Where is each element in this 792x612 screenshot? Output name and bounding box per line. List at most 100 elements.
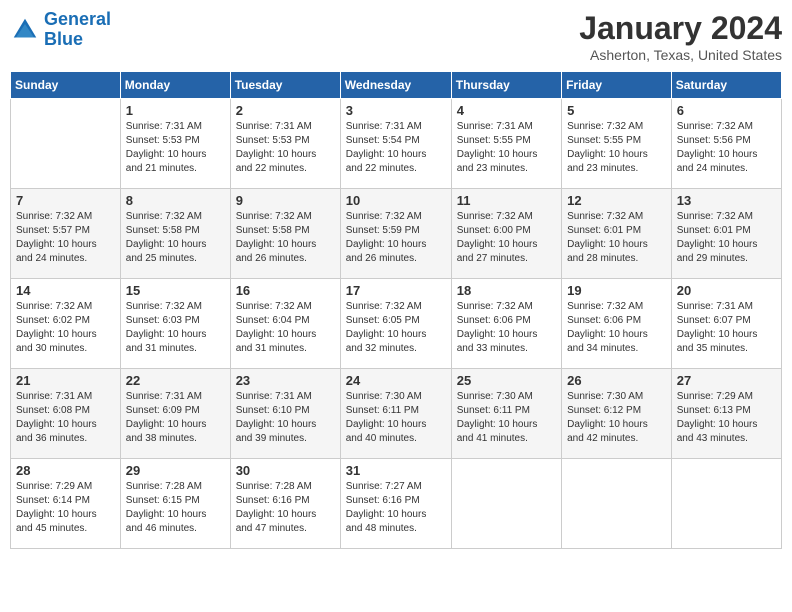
calendar-cell: 9 Sunrise: 7:32 AM Sunset: 5:58 PM Daylig… — [230, 189, 340, 279]
header-row: SundayMondayTuesdayWednesdayThursdayFrid… — [11, 72, 782, 99]
calendar-cell: 14 Sunrise: 7:32 AM Sunset: 6:02 PM Dayli… — [11, 279, 121, 369]
day-number: 4 — [457, 103, 556, 118]
day-info: Sunrise: 7:32 AM Sunset: 5:58 PM Dayligh… — [236, 210, 335, 266]
logo-text: General Blue — [44, 10, 111, 50]
day-info: Sunrise: 7:32 AM Sunset: 6:06 PM Dayligh… — [567, 300, 666, 356]
calendar-cell: 4 Sunrise: 7:31 AM Sunset: 5:55 PM Daylig… — [451, 99, 561, 189]
header-day-monday: Monday — [120, 72, 230, 99]
week-row-5: 28 Sunrise: 7:29 AM Sunset: 6:14 PM Dayli… — [11, 459, 782, 549]
header-day-wednesday: Wednesday — [340, 72, 451, 99]
header-day-thursday: Thursday — [451, 72, 561, 99]
day-info: Sunrise: 7:27 AM Sunset: 6:16 PM Dayligh… — [346, 480, 446, 536]
week-row-3: 14 Sunrise: 7:32 AM Sunset: 6:02 PM Dayli… — [11, 279, 782, 369]
calendar-cell: 24 Sunrise: 7:30 AM Sunset: 6:11 PM Dayli… — [340, 369, 451, 459]
day-info: Sunrise: 7:32 AM Sunset: 6:00 PM Dayligh… — [457, 210, 556, 266]
logo: General Blue — [10, 10, 111, 50]
calendar-cell — [451, 459, 561, 549]
day-number: 31 — [346, 463, 446, 478]
calendar-cell: 22 Sunrise: 7:31 AM Sunset: 6:09 PM Dayli… — [120, 369, 230, 459]
day-number: 3 — [346, 103, 446, 118]
day-info: Sunrise: 7:31 AM Sunset: 5:53 PM Dayligh… — [126, 120, 225, 176]
day-info: Sunrise: 7:31 AM Sunset: 5:54 PM Dayligh… — [346, 120, 446, 176]
day-number: 22 — [126, 373, 225, 388]
header-day-sunday: Sunday — [11, 72, 121, 99]
day-info: Sunrise: 7:31 AM Sunset: 6:09 PM Dayligh… — [126, 390, 225, 446]
day-info: Sunrise: 7:31 AM Sunset: 6:08 PM Dayligh… — [16, 390, 115, 446]
week-row-2: 7 Sunrise: 7:32 AM Sunset: 5:57 PM Daylig… — [11, 189, 782, 279]
day-number: 26 — [567, 373, 666, 388]
day-number: 24 — [346, 373, 446, 388]
day-number: 21 — [16, 373, 115, 388]
day-number: 20 — [677, 283, 776, 298]
day-info: Sunrise: 7:32 AM Sunset: 6:06 PM Dayligh… — [457, 300, 556, 356]
day-info: Sunrise: 7:32 AM Sunset: 5:55 PM Dayligh… — [567, 120, 666, 176]
day-number: 19 — [567, 283, 666, 298]
calendar-cell: 19 Sunrise: 7:32 AM Sunset: 6:06 PM Dayli… — [562, 279, 672, 369]
day-info: Sunrise: 7:28 AM Sunset: 6:16 PM Dayligh… — [236, 480, 335, 536]
week-row-1: 1 Sunrise: 7:31 AM Sunset: 5:53 PM Daylig… — [11, 99, 782, 189]
day-number: 5 — [567, 103, 666, 118]
day-number: 30 — [236, 463, 335, 478]
calendar-cell: 20 Sunrise: 7:31 AM Sunset: 6:07 PM Dayli… — [671, 279, 781, 369]
calendar-cell: 28 Sunrise: 7:29 AM Sunset: 6:14 PM Dayli… — [11, 459, 121, 549]
day-info: Sunrise: 7:32 AM Sunset: 6:01 PM Dayligh… — [567, 210, 666, 266]
calendar-cell: 15 Sunrise: 7:32 AM Sunset: 6:03 PM Dayli… — [120, 279, 230, 369]
day-number: 15 — [126, 283, 225, 298]
calendar-cell: 1 Sunrise: 7:31 AM Sunset: 5:53 PM Daylig… — [120, 99, 230, 189]
day-number: 16 — [236, 283, 335, 298]
day-info: Sunrise: 7:29 AM Sunset: 6:14 PM Dayligh… — [16, 480, 115, 536]
calendar-cell: 17Sunrise: 7:32 AM Sunset: 6:05 PM Dayli… — [340, 279, 451, 369]
calendar-cell: 5 Sunrise: 7:32 AM Sunset: 5:55 PM Daylig… — [562, 99, 672, 189]
day-info: Sunrise: 7:32 AM Sunset: 6:04 PM Dayligh… — [236, 300, 335, 356]
calendar-cell: 31 Sunrise: 7:27 AM Sunset: 6:16 PM Dayli… — [340, 459, 451, 549]
day-number: 18 — [457, 283, 556, 298]
calendar-cell: 16 Sunrise: 7:32 AM Sunset: 6:04 PM Dayli… — [230, 279, 340, 369]
day-number: 12 — [567, 193, 666, 208]
day-number: 7 — [16, 193, 115, 208]
calendar-table: SundayMondayTuesdayWednesdayThursdayFrid… — [10, 71, 782, 549]
day-info: Sunrise: 7:32 AM Sunset: 5:56 PM Dayligh… — [677, 120, 776, 176]
day-number: 8 — [126, 193, 225, 208]
day-info: Sunrise: 7:31 AM Sunset: 5:53 PM Dayligh… — [236, 120, 335, 176]
calendar-cell: 30 Sunrise: 7:28 AM Sunset: 6:16 PM Dayli… — [230, 459, 340, 549]
day-info: Sunrise: 7:32 AM Sunset: 6:02 PM Dayligh… — [16, 300, 115, 356]
day-info: Sunrise: 7:32 AM Sunset: 6:03 PM Dayligh… — [126, 300, 225, 356]
day-number: 14 — [16, 283, 115, 298]
calendar-cell: 7 Sunrise: 7:32 AM Sunset: 5:57 PM Daylig… — [11, 189, 121, 279]
calendar-cell — [11, 99, 121, 189]
calendar-cell: 21 Sunrise: 7:31 AM Sunset: 6:08 PM Dayli… — [11, 369, 121, 459]
day-info: Sunrise: 7:31 AM Sunset: 5:55 PM Dayligh… — [457, 120, 556, 176]
day-info: Sunrise: 7:32 AM Sunset: 5:58 PM Dayligh… — [126, 210, 225, 266]
day-info: Sunrise: 7:32 AM Sunset: 6:05 PM Dayligh… — [346, 300, 446, 356]
day-number: 27 — [677, 373, 776, 388]
day-number: 23 — [236, 373, 335, 388]
day-info: Sunrise: 7:30 AM Sunset: 6:11 PM Dayligh… — [346, 390, 446, 446]
day-number: 9 — [236, 193, 335, 208]
calendar-cell: 13Sunrise: 7:32 AM Sunset: 6:01 PM Dayli… — [671, 189, 781, 279]
calendar-cell: 29Sunrise: 7:28 AM Sunset: 6:15 PM Dayli… — [120, 459, 230, 549]
day-info: Sunrise: 7:30 AM Sunset: 6:11 PM Dayligh… — [457, 390, 556, 446]
day-info: Sunrise: 7:31 AM Sunset: 6:10 PM Dayligh… — [236, 390, 335, 446]
day-number: 28 — [16, 463, 115, 478]
calendar-cell: 11 Sunrise: 7:32 AM Sunset: 6:00 PM Dayli… — [451, 189, 561, 279]
calendar-cell: 25Sunrise: 7:30 AM Sunset: 6:11 PM Dayli… — [451, 369, 561, 459]
title-section: January 2024 Asherton, Texas, United Sta… — [579, 10, 782, 63]
header-day-friday: Friday — [562, 72, 672, 99]
page-header: General Blue January 2024 Asherton, Texa… — [10, 10, 782, 63]
calendar-cell: 2Sunrise: 7:31 AM Sunset: 5:53 PM Daylig… — [230, 99, 340, 189]
calendar-cell: 12 Sunrise: 7:32 AM Sunset: 6:01 PM Dayli… — [562, 189, 672, 279]
calendar-cell: 18 Sunrise: 7:32 AM Sunset: 6:06 PM Dayli… — [451, 279, 561, 369]
calendar-cell — [671, 459, 781, 549]
header-day-saturday: Saturday — [671, 72, 781, 99]
location: Asherton, Texas, United States — [579, 47, 782, 63]
day-info: Sunrise: 7:28 AM Sunset: 6:15 PM Dayligh… — [126, 480, 225, 536]
calendar-cell: 3 Sunrise: 7:31 AM Sunset: 5:54 PM Daylig… — [340, 99, 451, 189]
month-title: January 2024 — [579, 10, 782, 47]
day-number: 11 — [457, 193, 556, 208]
day-info: Sunrise: 7:30 AM Sunset: 6:12 PM Dayligh… — [567, 390, 666, 446]
day-info: Sunrise: 7:31 AM Sunset: 6:07 PM Dayligh… — [677, 300, 776, 356]
day-number: 6 — [677, 103, 776, 118]
calendar-cell: 23 Sunrise: 7:31 AM Sunset: 6:10 PM Dayli… — [230, 369, 340, 459]
day-info: Sunrise: 7:32 AM Sunset: 5:57 PM Dayligh… — [16, 210, 115, 266]
day-number: 1 — [126, 103, 225, 118]
